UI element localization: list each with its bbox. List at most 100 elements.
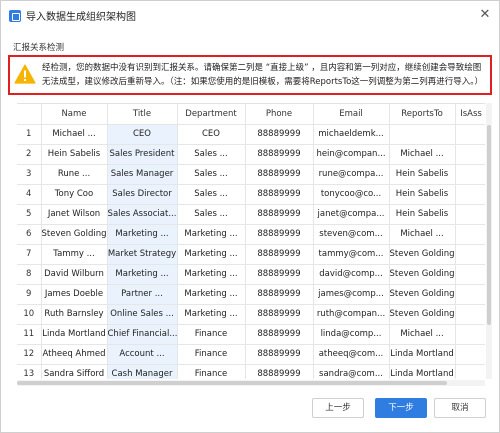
- cell-row-index: 3: [17, 164, 42, 185]
- cell-phone: 88889999: [245, 144, 314, 165]
- cell-department: Sales ...: [177, 204, 246, 225]
- cell-phone: 88889999: [245, 244, 314, 265]
- cell-department: Sales ...: [177, 184, 246, 205]
- cell-department: Marketing ...: [177, 224, 246, 245]
- cell-reports-to: Hein Sabelis: [389, 204, 456, 225]
- table-row[interactable]: 12 Atheeq Ahmed Account ... Finance 88889999…: [17, 344, 485, 365]
- cell-name: Michael ...: [41, 124, 108, 145]
- previous-step-button[interactable]: 上一步: [312, 398, 364, 418]
- cell-reports-to: Steven Golding: [389, 284, 456, 305]
- data-table: Name Title Department Phone Email ReportsTo Is…: [17, 104, 485, 379]
- cell-is-assistant: [455, 184, 485, 205]
- cell-phone: 88889999: [245, 264, 314, 285]
- cell-is-assistant: [455, 264, 485, 285]
- cell-title: Account ...: [107, 344, 178, 365]
- cell-reports-to: Steven Golding: [389, 264, 456, 285]
- table-row[interactable]: 2 Hein Sabelis Sales President Sales ... 888…: [17, 144, 485, 165]
- cell-name: Linda Mortland: [41, 324, 108, 345]
- cancel-button[interactable]: 取消: [434, 398, 486, 418]
- table-row[interactable]: 5 Janet Wilson Sales Associat... Sales ... 8…: [17, 204, 485, 225]
- cell-title: Marketing ...: [107, 224, 178, 245]
- cell-phone: 88889999: [245, 324, 314, 345]
- cell-email: david@comp...: [313, 264, 390, 285]
- table-row[interactable]: 6 Steven Golding Marketing ... Marketing ..…: [17, 224, 485, 245]
- import-dialog: 导入数据生成组织架构图 ✕ 汇报关系检测 经检测，您的数据中没有识别到汇报关系。…: [0, 0, 500, 433]
- table-row[interactable]: 13 Sandra Sifford Cash Manager Finance 88889…: [17, 364, 485, 379]
- column-header-phone: Phone: [245, 104, 314, 125]
- table-row[interactable]: 4 Tony Coo Sales Director Sales ... 88889999…: [17, 184, 485, 205]
- cell-name: Sandra Sifford: [41, 364, 108, 379]
- cell-email: james@comp...: [313, 284, 390, 305]
- horizontal-scrollbar[interactable]: [17, 380, 485, 386]
- vertical-scrollbar[interactable]: [486, 103, 492, 379]
- cell-is-assistant: [455, 124, 485, 145]
- cell-phone: 88889999: [245, 364, 314, 379]
- cell-title: Sales Director: [107, 184, 178, 205]
- cell-name: Tony Coo: [41, 184, 108, 205]
- cell-email: tammy@com...: [313, 244, 390, 265]
- cell-phone: 88889999: [245, 224, 314, 245]
- cell-title: Sales President: [107, 144, 178, 165]
- cell-is-assistant: [455, 344, 485, 365]
- cell-email: linda@comp...: [313, 324, 390, 345]
- cell-email: rune@compa...: [313, 164, 390, 185]
- table-row[interactable]: 11 Linda Mortland Chief Financial... Financ…: [17, 324, 485, 345]
- cell-phone: 88889999: [245, 304, 314, 325]
- cell-email: atheeq@com...: [313, 344, 390, 365]
- cell-row-index: 11: [17, 324, 42, 345]
- cell-title: Partner ...: [107, 284, 178, 305]
- column-header-department: Department: [177, 104, 246, 125]
- cell-department: Marketing ...: [177, 284, 246, 305]
- cell-name: Steven Golding: [41, 224, 108, 245]
- cell-name: James Doeble: [41, 284, 108, 305]
- cell-row-index: 4: [17, 184, 42, 205]
- next-step-button[interactable]: 下一步: [375, 398, 427, 418]
- cell-reports-to: Steven Golding: [389, 304, 456, 325]
- cell-title: Market Strategy: [107, 244, 178, 265]
- table-row[interactable]: 10 Ruth Barnsley Online Sales ... Marketing…: [17, 304, 485, 325]
- cell-name: Janet Wilson: [41, 204, 108, 225]
- warning-triangle-icon: [14, 64, 36, 84]
- cell-department: Marketing ...: [177, 264, 246, 285]
- table-row[interactable]: 8 David Wilburn Marketing ... Marketing ...…: [17, 264, 485, 285]
- cell-reports-to: Linda Mortland: [389, 344, 456, 365]
- cell-reports-to: Michael ...: [389, 144, 456, 165]
- column-header-title: Title: [107, 104, 178, 125]
- warning-box: 经检测，您的数据中没有识别到汇报关系。请确保第二列是 “直接上级” ，且内容和第…: [8, 55, 492, 95]
- table-row[interactable]: 9 James Doeble Partner ... Marketing ... 888…: [17, 284, 485, 305]
- cell-title: Cash Manager: [107, 364, 178, 379]
- column-header-reports-to: ReportsTo: [389, 104, 456, 125]
- cell-row-index: 1: [17, 124, 42, 145]
- app-icon: [9, 10, 21, 22]
- cell-title: CEO: [107, 124, 178, 145]
- column-header-email: Email: [313, 104, 390, 125]
- cell-title: Sales Manager: [107, 164, 178, 185]
- close-button[interactable]: ✕: [477, 7, 493, 23]
- table-row[interactable]: 7 Tammy ... Market Strategy Marketing ... 88…: [17, 244, 485, 265]
- cell-title: Online Sales ...: [107, 304, 178, 325]
- table-row[interactable]: 3 Rune ... Sales Manager Sales ... 88889999 r…: [17, 164, 485, 185]
- cell-is-assistant: [455, 164, 485, 185]
- cell-is-assistant: [455, 224, 485, 245]
- cell-email: tonycoo@co...: [313, 184, 390, 205]
- cell-email: ruth@compan...: [313, 304, 390, 325]
- cell-department: Finance: [177, 364, 246, 379]
- cell-is-assistant: [455, 204, 485, 225]
- cell-email: steven@com...: [313, 224, 390, 245]
- cell-email: sandra@com...: [313, 364, 390, 379]
- table-row[interactable]: 1 Michael ... CEO CEO 88889999 michaeldemk...: [17, 124, 485, 145]
- table-body: 1 Michael ... CEO CEO 88889999 michaeldemk...…: [17, 124, 485, 379]
- cell-row-index: 13: [17, 364, 42, 379]
- cell-email: janet@compa...: [313, 204, 390, 225]
- cell-is-assistant: [455, 244, 485, 265]
- cell-phone: 88889999: [245, 204, 314, 225]
- cell-email: michaeldemk...: [313, 124, 390, 145]
- cell-department: Sales ...: [177, 164, 246, 185]
- cell-reports-to: Michael ...: [389, 324, 456, 345]
- data-table-container[interactable]: Name Title Department Phone Email ReportsTo Is…: [17, 103, 485, 379]
- cell-name: Rune ...: [41, 164, 108, 185]
- vertical-scrollbar-thumb[interactable]: [487, 125, 491, 325]
- cell-name: Tammy ...: [41, 244, 108, 265]
- cell-phone: 88889999: [245, 164, 314, 185]
- horizontal-scrollbar-thumb[interactable]: [17, 381, 447, 385]
